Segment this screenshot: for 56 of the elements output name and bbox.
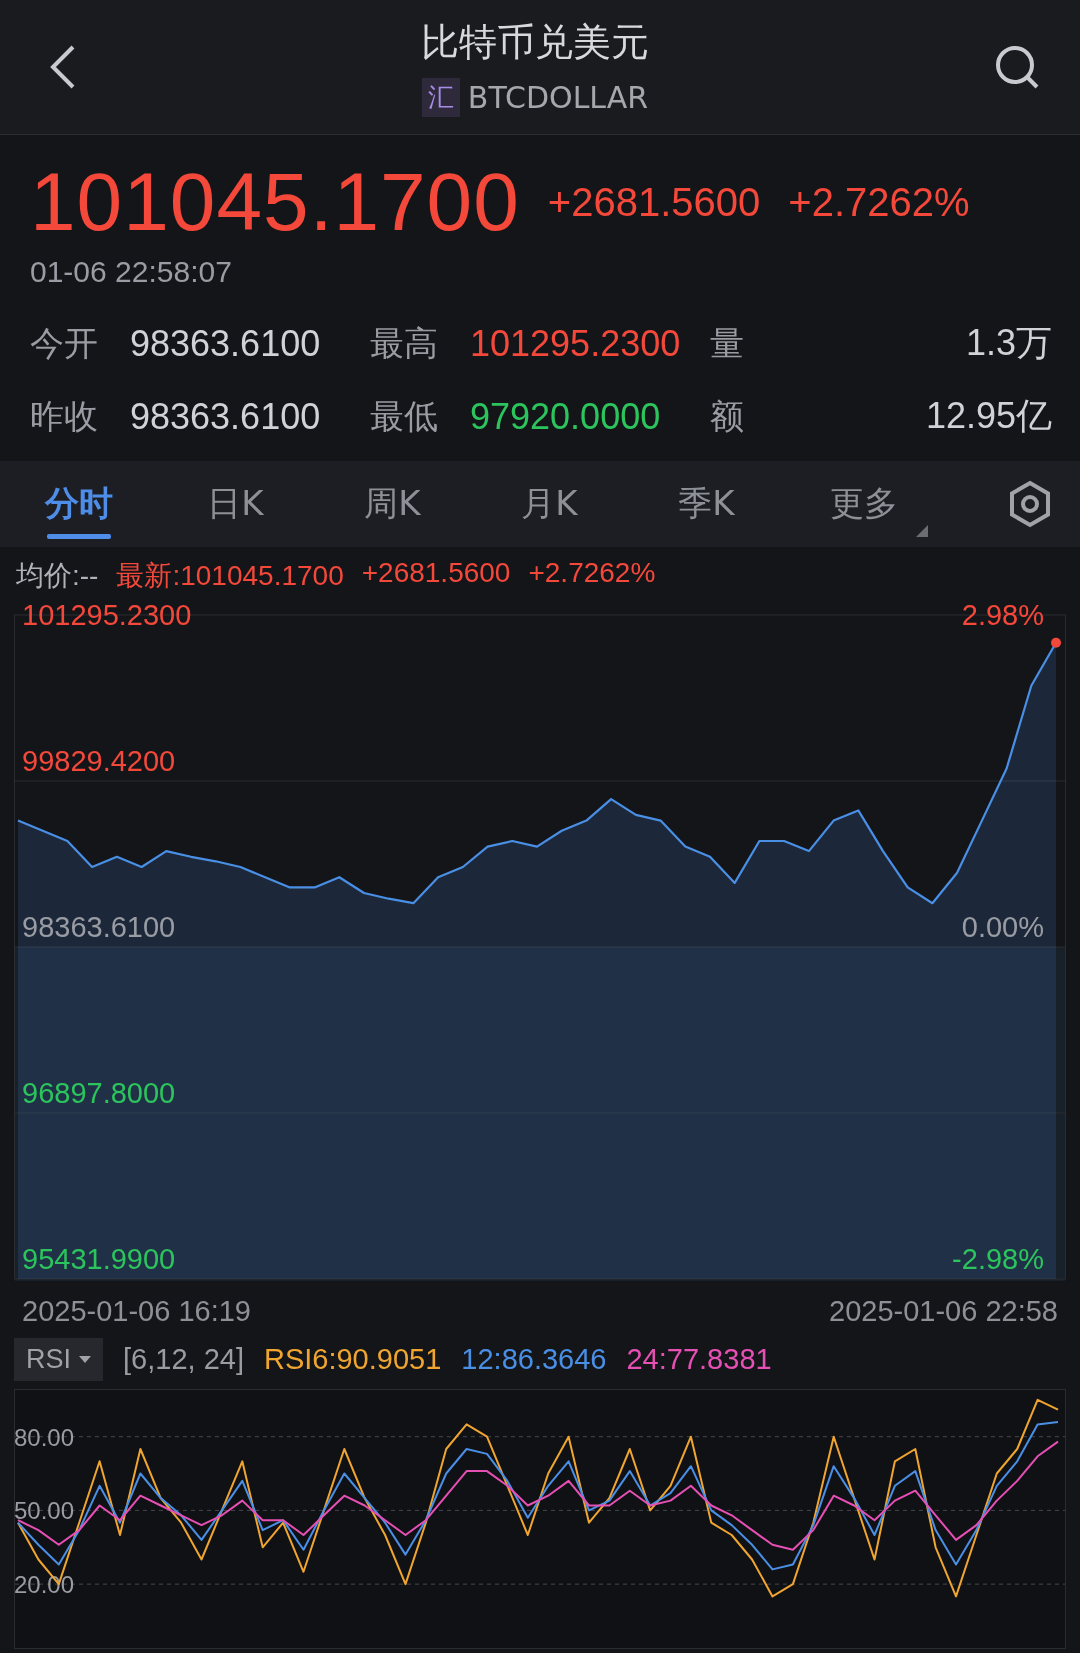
stat-value: 98363.6100 — [130, 322, 322, 365]
legend-value: :90.9051 — [328, 1343, 442, 1375]
time-label: 2025-01-06 16:19 — [22, 1295, 251, 1328]
axis-label: 80.00 — [14, 1423, 75, 1451]
axis-label: 20.00 — [14, 1571, 75, 1599]
info-text: +2681.5600 — [361, 557, 511, 590]
axis-label: 99829.4200 — [22, 745, 176, 777]
market-badge: 汇 — [421, 78, 460, 117]
indicator-params: [6,12, 24] — [123, 1343, 244, 1376]
stat-value: 97920.0000 — [470, 395, 662, 438]
stat-label: 昨收 — [30, 394, 99, 438]
caret-icon — [79, 1355, 91, 1364]
period-tab[interactable]: 更多 — [785, 461, 942, 547]
axis-label: 96897.8000 — [22, 1077, 176, 1109]
search-icon[interactable] — [994, 44, 1040, 90]
back-icon[interactable] — [50, 45, 76, 89]
axis-label: -2.98% — [952, 1243, 1044, 1275]
symbol-code: BTCDOLLAR — [467, 80, 649, 115]
axis-label: 50.00 — [14, 1497, 75, 1525]
stat-value: 98363.6100 — [130, 395, 322, 438]
stat-value: 1.3万 — [965, 321, 1052, 365]
last-point-marker — [1051, 637, 1061, 648]
axis-label: 95431.9900 — [22, 1243, 176, 1275]
percent-change: +2.7262% — [788, 179, 970, 225]
info-text: 均价:-- — [16, 559, 99, 593]
stat-label: 今开 — [30, 321, 99, 365]
price-change: +2681.5600 — [547, 179, 761, 225]
axis-label: 0.00% — [961, 911, 1044, 943]
page-title: 比特币兑美元 — [421, 19, 649, 66]
legend-name: RSI6 — [263, 1343, 329, 1375]
legend-value: :86.3646 — [493, 1343, 607, 1375]
stat-label: 量 — [710, 321, 745, 365]
quote-time: 01-06 22:58:07 — [30, 255, 233, 289]
stat-value: 101295.2300 — [470, 322, 682, 365]
stat-label: 最低 — [370, 394, 439, 438]
axis-label: 98363.6100 — [22, 911, 176, 943]
period-tab[interactable]: 季K — [628, 461, 785, 547]
legend-value: :77.8381 — [658, 1343, 772, 1375]
legend-name: 12 — [461, 1343, 494, 1375]
period-tab[interactable]: 周K — [314, 461, 471, 547]
settings-icon[interactable] — [1008, 480, 1052, 528]
period-tab[interactable]: 月K — [471, 461, 628, 547]
info-text: +2.7262% — [528, 557, 656, 590]
time-label: 2025-01-06 22:58 — [829, 1295, 1058, 1328]
axis-label: 101295.2300 — [22, 601, 192, 631]
stat-label: 额 — [710, 394, 745, 438]
info-text: 最新:101045.1700 — [116, 559, 344, 593]
stat-value: 12.95亿 — [925, 394, 1052, 438]
indicator-dropdown[interactable]: RSI — [14, 1338, 103, 1381]
corner-triangle-icon — [916, 525, 928, 537]
axis-label: 2.98% — [961, 601, 1044, 631]
period-tab[interactable]: 分时 — [0, 461, 157, 547]
stat-label: 最高 — [370, 321, 439, 365]
legend-name: 24 — [626, 1343, 659, 1375]
period-tab[interactable]: 日K — [157, 461, 314, 547]
last-price: 101045.1700 — [30, 155, 520, 249]
